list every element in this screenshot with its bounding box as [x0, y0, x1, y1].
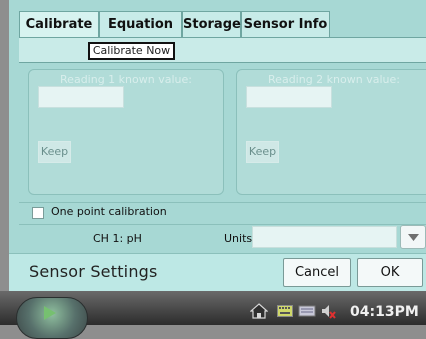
calibrate-toolbar: Calibrate Now: [19, 37, 426, 63]
tab-equation[interactable]: Equation: [99, 11, 182, 38]
reading-1-panel: Reading 1 known value: Keep: [28, 69, 224, 195]
units-input[interactable]: [252, 226, 397, 248]
start-button[interactable]: [16, 297, 88, 339]
keep-reading-2-button[interactable]: Keep: [246, 141, 279, 163]
cancel-button[interactable]: Cancel: [283, 258, 351, 287]
network-icon[interactable]: [298, 303, 316, 319]
one-point-checkbox[interactable]: [32, 207, 44, 219]
reading-2-label: Reading 2 known value:: [268, 73, 400, 86]
chevron-down-icon: [408, 234, 419, 241]
play-icon: [44, 306, 56, 320]
taskbar: 04:13PM: [0, 291, 426, 339]
clock: 04:13PM: [350, 304, 419, 320]
reading-2-panel: Reading 2 known value: Keep: [236, 69, 426, 195]
tab-bar: Calibrate Equation Storage Sensor Info: [19, 11, 426, 38]
reading-1-input[interactable]: [38, 86, 124, 108]
tab-storage[interactable]: Storage: [182, 11, 241, 38]
tab-sensor-info[interactable]: Sensor Info: [241, 11, 330, 38]
tab-calibrate[interactable]: Calibrate: [19, 11, 99, 38]
channel-label: CH 1: pH: [93, 232, 142, 245]
keyboard-icon[interactable]: [277, 303, 293, 319]
home-icon[interactable]: [250, 303, 268, 319]
one-point-label: One point calibration: [51, 205, 167, 218]
dialog-title: Sensor Settings: [29, 262, 158, 281]
reading-2-input[interactable]: [246, 86, 332, 108]
keep-reading-1-button[interactable]: Keep: [38, 141, 71, 163]
reading-1-label: Reading 1 known value:: [60, 73, 192, 86]
one-point-row: One point calibration: [19, 202, 426, 225]
dialog-footer: Sensor Settings Cancel OK: [9, 253, 426, 291]
sensor-settings-dialog: Calibrate Equation Storage Sensor Info C…: [9, 0, 426, 291]
speaker-muted-icon[interactable]: [320, 303, 336, 319]
calibrate-now-button[interactable]: Calibrate Now: [88, 42, 175, 60]
units-dropdown-button[interactable]: [400, 225, 426, 249]
channel-row: CH 1: pH Units:: [19, 223, 426, 253]
ok-button[interactable]: OK: [357, 258, 423, 287]
